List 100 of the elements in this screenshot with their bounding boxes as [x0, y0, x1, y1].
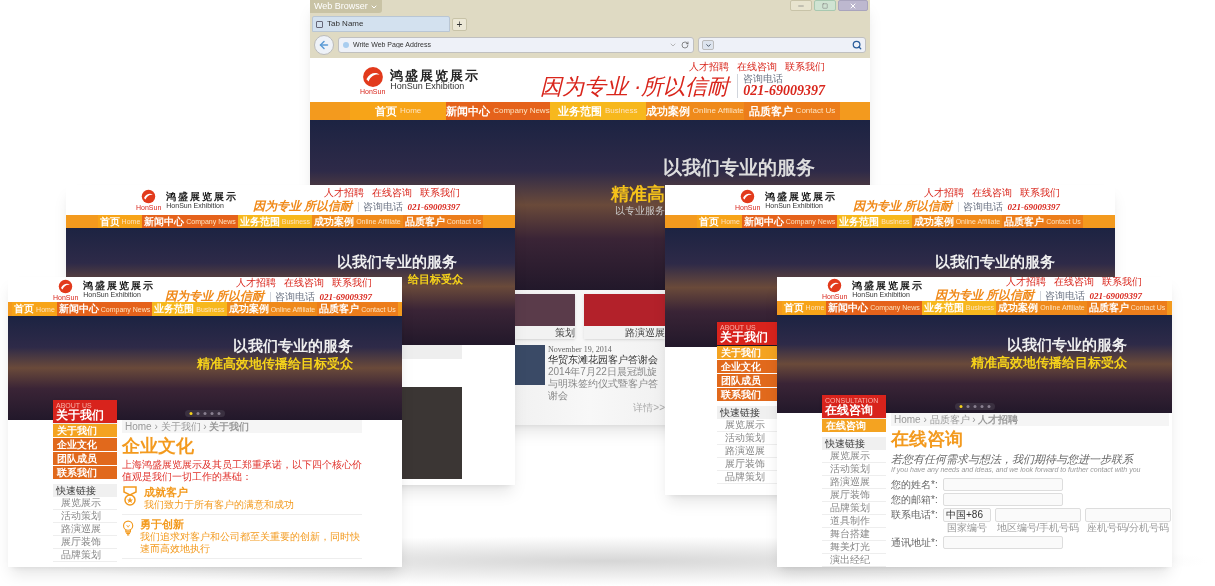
- top-link[interactable]: 在线咨询: [372, 188, 412, 198]
- top-link[interactable]: 在线咨询: [737, 62, 777, 72]
- quick-link[interactable]: 路演巡展: [53, 523, 117, 536]
- quick-link[interactable]: 路演巡展: [822, 476, 886, 489]
- banner-heading: 以我们专业的服务: [663, 158, 815, 177]
- nav-link[interactable]: 品质客户 Contact Us: [743, 102, 840, 120]
- page-title: 企业文化: [122, 436, 195, 456]
- nav-link[interactable]: 新闻中心 Company News: [446, 102, 550, 120]
- photo-placeholder: [515, 345, 545, 385]
- light-bulb-icon: [122, 518, 135, 538]
- quick-link[interactable]: 舞台搭建: [822, 528, 886, 541]
- photo-placeholder: [515, 294, 575, 326]
- input-field[interactable]: [995, 508, 1081, 522]
- search-icon[interactable]: [852, 40, 862, 50]
- slogan: 因为专业 ·所以信耐: [539, 76, 730, 98]
- quick-link[interactable]: 演出经纪: [822, 554, 886, 567]
- quick-link[interactable]: 品牌策划: [822, 502, 886, 515]
- top-link[interactable]: 人才招聘: [689, 62, 729, 72]
- input-field[interactable]: [943, 536, 1063, 549]
- quick-link[interactable]: 展览展示: [53, 497, 117, 510]
- quick-link[interactable]: 展厅装饰: [822, 489, 886, 502]
- top-link[interactable]: 联系我们: [420, 188, 460, 198]
- top-link[interactable]: 在线咨询: [1054, 277, 1094, 288]
- quick-link[interactable]: 道具制作: [822, 515, 886, 528]
- back-button[interactable]: [314, 35, 334, 55]
- logo-subtitle: HonSun Exhibition: [390, 82, 465, 91]
- browser-tab[interactable]: Tab Name: [312, 16, 450, 32]
- reload-icon[interactable]: [681, 41, 689, 49]
- top-link[interactable]: 联系我们: [1020, 188, 1060, 198]
- sidebar-item[interactable]: 企业文化: [717, 360, 777, 373]
- phone-label: 咨询电话: [957, 202, 1003, 212]
- back-arrow-icon: [318, 39, 330, 51]
- close-icon: [849, 1, 857, 10]
- sidebar-item[interactable]: 企业文化: [53, 438, 117, 451]
- sidebar-item[interactable]: 关于我们: [53, 424, 117, 437]
- top-link[interactable]: 人才招聘: [236, 277, 276, 288]
- slogan: 因为专业 所以信耐: [853, 200, 953, 212]
- nav-link[interactable]: 首页 Home: [350, 102, 447, 120]
- quick-link[interactable]: 展览展示: [822, 450, 886, 463]
- input-field[interactable]: [1085, 508, 1171, 522]
- nav-link[interactable]: 成功案例 Online Affiliate: [645, 102, 744, 120]
- minimize-button[interactable]: [790, 0, 812, 11]
- top-link[interactable]: 人才招聘: [324, 188, 364, 198]
- sidebar-item[interactable]: 团队成员: [53, 452, 117, 465]
- phone-number: 021-69009397: [1089, 292, 1142, 302]
- top-link[interactable]: 联系我们: [1102, 277, 1142, 288]
- top-link[interactable]: 联系我们: [785, 62, 825, 72]
- sidebar-item[interactable]: 关于我们: [717, 346, 777, 359]
- banner-subheading: 精准高效地传播给目标受众: [971, 355, 1127, 369]
- dropdown-icon[interactable]: [669, 41, 677, 49]
- phone-label: 咨询电话: [357, 202, 403, 212]
- quick-link[interactable]: 展厅装饰: [53, 536, 117, 549]
- form-label: 通讯地址*:: [891, 536, 939, 549]
- slogan: 因为专业 所以信耐: [935, 289, 1035, 302]
- top-link[interactable]: 联系我们: [332, 277, 372, 288]
- top-link[interactable]: 在线咨询: [284, 277, 324, 288]
- logo-name: 鸿盛展览展示: [852, 280, 925, 291]
- value-text: 我们致力于所有客户的满意和成功: [144, 499, 294, 511]
- case-card[interactable]: 策划: [515, 294, 575, 339]
- sidebar-item[interactable]: 团队成员: [717, 374, 777, 387]
- breadcrumb: Home › 关于我们 › 关于我们: [122, 420, 362, 433]
- logo-name: 鸿盛展览展示: [166, 191, 239, 202]
- close-button[interactable]: [838, 0, 868, 11]
- search-engine-dropdown[interactable]: [702, 40, 714, 50]
- quick-links-heading: 快速链接: [53, 484, 117, 497]
- top-link[interactable]: 在线咨询: [972, 188, 1012, 198]
- logo-icon: [361, 65, 384, 88]
- sidebar-item[interactable]: 联系我们: [717, 388, 777, 401]
- input-field[interactable]: 中国+86: [943, 508, 991, 522]
- banner-text: 以专业服务: [615, 206, 665, 216]
- quick-link[interactable]: 活动策划: [822, 463, 886, 476]
- phone-number: 021-69009397: [319, 292, 372, 302]
- maximize-icon: [822, 2, 828, 9]
- search-field[interactable]: [698, 37, 866, 53]
- phone-label: 咨询电话: [743, 74, 785, 84]
- case-card[interactable]: 路演巡展: [584, 294, 665, 339]
- quick-link[interactable]: 活动策划: [53, 510, 117, 523]
- input-field[interactable]: [943, 478, 1063, 491]
- maximize-button[interactable]: [814, 0, 836, 11]
- field-hint: 地区编号/手机号码: [996, 522, 1080, 534]
- banner-heading: 以我们专业的服务: [337, 254, 457, 269]
- sidebar-item[interactable]: 在线咨询: [822, 419, 886, 432]
- phone-number: 021-69009397: [407, 203, 460, 212]
- new-tab-button[interactable]: +: [452, 18, 467, 31]
- input-field[interactable]: [943, 493, 1063, 506]
- quick-link[interactable]: 舞美灯光: [822, 541, 886, 554]
- news-title: 华贸东滩花园客户答谢会: [548, 354, 659, 366]
- quick-link[interactable]: 品牌策划: [53, 549, 117, 562]
- sidebar-item[interactable]: 联系我们: [53, 466, 117, 479]
- form-label: 您的邮箱*:: [891, 493, 939, 506]
- top-link[interactable]: 人才招聘: [924, 188, 964, 198]
- read-more-link[interactable]: 详情>>: [633, 402, 665, 414]
- carousel-dots[interactable]: [185, 410, 225, 417]
- slogan: 因为专业 所以信耐: [253, 200, 353, 212]
- quick-links-heading: 快速链接: [822, 437, 886, 450]
- logo-name: 鸿盛展览展示: [390, 69, 481, 82]
- carousel-dots[interactable]: [954, 403, 995, 410]
- top-link[interactable]: 人才招聘: [1006, 277, 1046, 288]
- content-bar: [402, 345, 462, 359]
- value-title: 成就客户: [144, 486, 189, 499]
